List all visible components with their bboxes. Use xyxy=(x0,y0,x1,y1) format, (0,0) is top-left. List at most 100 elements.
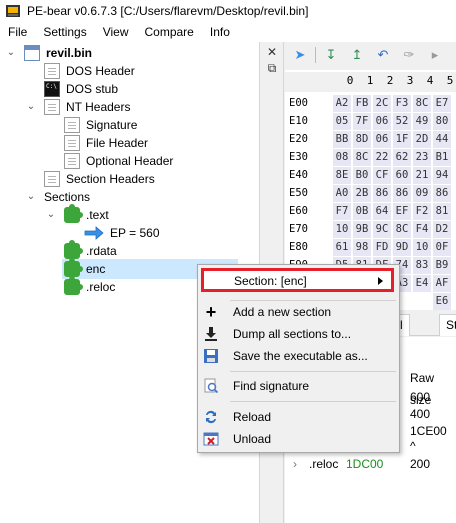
hex-byte[interactable]: 80 xyxy=(433,113,451,130)
hex-byte[interactable]: 10 xyxy=(333,221,351,238)
hex-byte[interactable]: 9D xyxy=(393,239,411,256)
hex-byte[interactable]: 81 xyxy=(433,203,451,220)
hex-byte[interactable]: 09 xyxy=(413,185,431,202)
tree-item-optional-header[interactable]: Optional Header xyxy=(64,152,173,170)
hex-byte[interactable]: 7F xyxy=(353,113,371,130)
menu-compare[interactable]: Compare xyxy=(137,25,202,39)
hex-byte[interactable]: 10 xyxy=(413,239,431,256)
hex-byte[interactable]: 64 xyxy=(373,203,391,220)
hex-byte[interactable]: 06 xyxy=(373,113,391,130)
magnifier-icon xyxy=(203,378,219,394)
hex-byte[interactable]: D2 xyxy=(433,221,451,238)
menu-settings[interactable]: Settings xyxy=(35,25,94,39)
more-icon[interactable]: ▸ xyxy=(424,44,446,66)
import-icon[interactable]: ↧ xyxy=(320,44,342,66)
chevron-down-icon[interactable]: ⌄ xyxy=(6,48,16,58)
hex-byte[interactable]: 8C xyxy=(353,149,371,166)
hex-byte[interactable]: 0F xyxy=(433,239,451,256)
add-section-menu-item[interactable]: + Add a new section xyxy=(198,301,401,323)
hex-byte[interactable]: 44 xyxy=(433,131,451,148)
tree-item-dos-header[interactable]: DOS Header xyxy=(44,62,135,80)
hex-byte[interactable]: FB xyxy=(353,95,371,112)
hex-byte[interactable]: 2D xyxy=(413,131,431,148)
undo-icon[interactable]: ↶ xyxy=(372,44,394,66)
hex-byte[interactable]: 9B xyxy=(353,221,371,238)
hex-byte[interactable]: 8C xyxy=(413,95,431,112)
hex-byte[interactable]: 98 xyxy=(353,239,371,256)
hex-byte[interactable]: 1F xyxy=(393,131,411,148)
chevron-down-icon[interactable]: ⌄ xyxy=(26,102,36,112)
hex-byte[interactable]: B1 xyxy=(433,149,451,166)
tree-item-revil-bin[interactable]: revil.bin xyxy=(24,44,92,62)
hex-byte[interactable]: F7 xyxy=(333,203,351,220)
save-executable-menu-item[interactable]: Save the executable as... xyxy=(198,345,401,367)
hex-byte[interactable]: 86 xyxy=(433,185,451,202)
tab-strings[interactable]: St xyxy=(439,314,456,336)
hex-byte[interactable]: 94 xyxy=(433,167,451,184)
hex-byte[interactable]: F4 xyxy=(413,221,431,238)
chevron-down-icon[interactable]: ⌄ xyxy=(26,192,36,202)
dump-sections-menu-item[interactable]: Dump all sections to... xyxy=(198,323,401,345)
hex-byte[interactable]: 22 xyxy=(373,149,391,166)
hex-byte[interactable]: 86 xyxy=(373,185,391,202)
pin-icon[interactable]: ✑ xyxy=(398,44,420,66)
hex-byte[interactable]: 83 xyxy=(413,257,431,274)
tree-item-label: NT Headers xyxy=(66,100,131,114)
menu-view[interactable]: View xyxy=(95,25,137,39)
hex-byte[interactable]: EF xyxy=(393,203,411,220)
hex-byte[interactable]: 8D xyxy=(353,131,371,148)
hex-byte[interactable]: 61 xyxy=(333,239,351,256)
tree-item-sections[interactable]: Sections xyxy=(44,188,90,206)
tree-item-dos-stub[interactable]: DOS stub xyxy=(44,80,118,98)
hex-byte[interactable]: 9C xyxy=(373,221,391,238)
hex-byte[interactable]: 49 xyxy=(413,113,431,130)
hex-byte[interactable]: 8E xyxy=(333,167,351,184)
hex-byte[interactable]: 52 xyxy=(393,113,411,130)
export-icon[interactable]: ↥ xyxy=(346,44,368,66)
go-to-entry-icon[interactable]: ➤ xyxy=(289,44,311,66)
hex-byte[interactable]: B9 xyxy=(433,257,451,274)
close-icon[interactable]: ✕ xyxy=(264,44,280,60)
unload-menu-item[interactable]: Unload xyxy=(198,428,401,450)
hex-byte[interactable]: B0 xyxy=(353,167,371,184)
menu-info[interactable]: Info xyxy=(202,25,238,39)
tree-item-file-header[interactable]: File Header xyxy=(64,134,148,152)
hex-byte[interactable]: 23 xyxy=(413,149,431,166)
hex-byte[interactable]: 2C xyxy=(373,95,391,112)
hex-byte[interactable]: F2 xyxy=(413,203,431,220)
hex-byte[interactable]: 8C xyxy=(393,221,411,238)
find-signature-menu-item[interactable]: Find signature xyxy=(198,375,401,397)
chevron-down-icon[interactable]: ⌄ xyxy=(46,210,56,220)
hex-byte[interactable]: E7 xyxy=(433,95,451,112)
chevron-right-icon[interactable]: › xyxy=(293,455,297,473)
hex-byte[interactable]: 05 xyxy=(333,113,351,130)
menu-file[interactable]: File xyxy=(0,25,35,39)
hex-byte[interactable]: 86 xyxy=(393,185,411,202)
hex-byte[interactable]: 08 xyxy=(333,149,351,166)
hex-byte[interactable]: A2 xyxy=(333,95,351,112)
hex-byte[interactable]: CF xyxy=(373,167,391,184)
hex-byte[interactable]: FD xyxy=(373,239,391,256)
tree-item-reloc-section[interactable]: .reloc xyxy=(64,276,115,296)
hex-byte[interactable]: AF xyxy=(433,275,451,292)
tree-item-section-headers[interactable]: Section Headers xyxy=(44,170,155,188)
tree-item-nt-headers[interactable]: NT Headers xyxy=(44,98,130,116)
reload-menu-item[interactable]: Reload xyxy=(198,406,401,428)
hex-byte[interactable]: A0 xyxy=(333,185,351,202)
hex-byte[interactable]: 60 xyxy=(393,167,411,184)
float-icon[interactable]: ⧉ xyxy=(264,60,280,76)
hex-byte[interactable]: 62 xyxy=(393,149,411,166)
tree-item-signature[interactable]: Signature xyxy=(64,116,137,134)
section-submenu-item[interactable]: Section: [enc] xyxy=(201,268,394,292)
hex-byte[interactable]: 0B xyxy=(353,203,371,220)
hex-offset: E00 xyxy=(289,97,308,109)
hex-byte[interactable]: E4 xyxy=(413,275,431,292)
hex-byte[interactable]: 21 xyxy=(413,167,431,184)
tree-item-text-section[interactable]: .text xyxy=(64,204,109,224)
hex-byte[interactable]: 06 xyxy=(373,131,391,148)
hex-byte[interactable]: F3 xyxy=(393,95,411,112)
hex-byte[interactable]: 2B xyxy=(353,185,371,202)
hex-byte[interactable]: BB xyxy=(333,131,351,148)
tree-item-entry-point[interactable]: EP = 560 xyxy=(84,224,160,242)
hex-byte[interactable]: E6 xyxy=(433,293,451,310)
